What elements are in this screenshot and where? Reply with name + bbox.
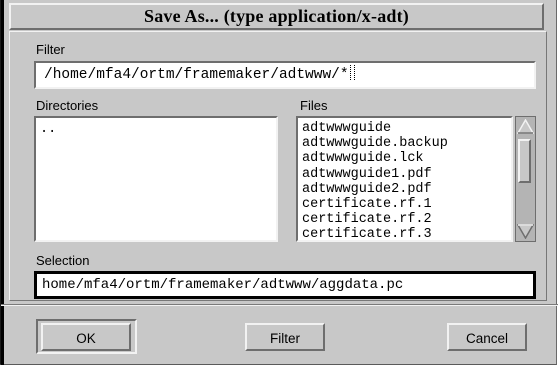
list-item[interactable]: adtwwwguide1.pdf (298, 167, 511, 182)
scroll-down-arrow-icon[interactable] (517, 224, 534, 239)
directories-list[interactable]: .. (34, 116, 278, 242)
list-item[interactable]: adtwwwguide (298, 121, 511, 136)
selection-input[interactable]: home/mfa4/ortm/framemaker/adtwww/aggdata… (34, 271, 536, 299)
window-left-border (1, 0, 4, 365)
list-item[interactable]: certificate.rf.1 (298, 197, 511, 212)
selection-input-value: home/mfa4/ortm/framemaker/adtwww/aggdata… (42, 277, 404, 293)
list-item[interactable]: adtwwwguide2.pdf (298, 182, 511, 197)
cancel-button[interactable]: Cancel (447, 323, 527, 351)
list-item[interactable]: certificate.rf.2 (298, 212, 511, 227)
list-item[interactable]: adtwwwguide.backup (298, 136, 511, 151)
files-list[interactable]: adtwwwguide adtwwwguide.backup adtwwwguide… (296, 116, 513, 242)
directories-label: Directories (36, 98, 99, 113)
list-item[interactable]: adtwwwguide.lck (298, 151, 511, 166)
files-label: Files (300, 98, 328, 113)
dialog-title: Save As... (type application/x-adt) (143, 6, 409, 26)
list-item[interactable]: certificate.rf.3 (298, 227, 511, 240)
selection-label: Selection (36, 253, 90, 268)
filter-label: Filter (36, 42, 65, 57)
filter-input-value: /home/mfa4/ortm/framemaker/adtwww/* (44, 67, 349, 83)
files-scrollbar[interactable] (515, 116, 536, 242)
text-cursor (349, 65, 355, 80)
save-as-dialog: Save As... (type application/x-adt) Filt… (0, 0, 558, 365)
filter-button[interactable]: Filter (245, 323, 325, 351)
list-item[interactable]: .. (36, 122, 276, 137)
scroll-thumb[interactable] (518, 139, 531, 183)
filter-input[interactable]: /home/mfa4/ortm/framemaker/adtwww/* (34, 61, 536, 89)
ok-button[interactable]: OK (41, 323, 131, 351)
scroll-up-arrow-icon[interactable] (517, 119, 534, 134)
title-bar[interactable]: Save As... (type application/x-adt) (9, 3, 544, 30)
button-separator (1, 304, 558, 306)
